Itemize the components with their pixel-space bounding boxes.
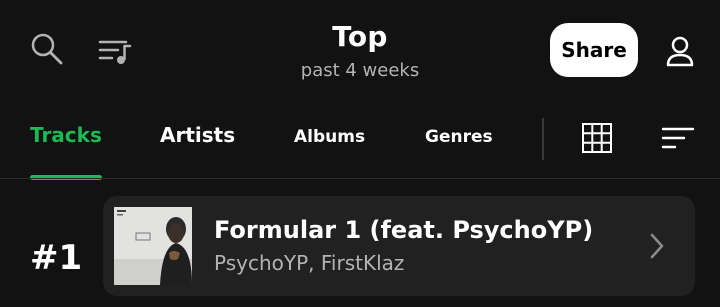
- profile-button[interactable]: [660, 31, 700, 71]
- tab-albums[interactable]: Albums: [294, 127, 365, 147]
- sort-icon: [661, 127, 695, 149]
- album-art: [114, 207, 192, 285]
- share-button[interactable]: Share: [550, 23, 638, 77]
- track-artists: PsychoYP, FirstKlaz: [214, 251, 405, 275]
- tab-artists[interactable]: Artists: [160, 123, 235, 147]
- track-title: Formular 1 (feat. PsychoYP): [214, 216, 594, 244]
- grid-view-icon: [582, 123, 612, 153]
- chevron-right-icon[interactable]: [645, 230, 669, 262]
- tabs-separator: [542, 118, 544, 160]
- sort-button[interactable]: [658, 118, 698, 158]
- grid-view-button[interactable]: [577, 118, 617, 158]
- track-rank: #1: [30, 238, 83, 278]
- tab-tracks[interactable]: Tracks: [30, 123, 102, 147]
- profile-icon: [666, 36, 694, 67]
- tabs-divider: [0, 178, 720, 179]
- tab-genres[interactable]: Genres: [425, 127, 493, 147]
